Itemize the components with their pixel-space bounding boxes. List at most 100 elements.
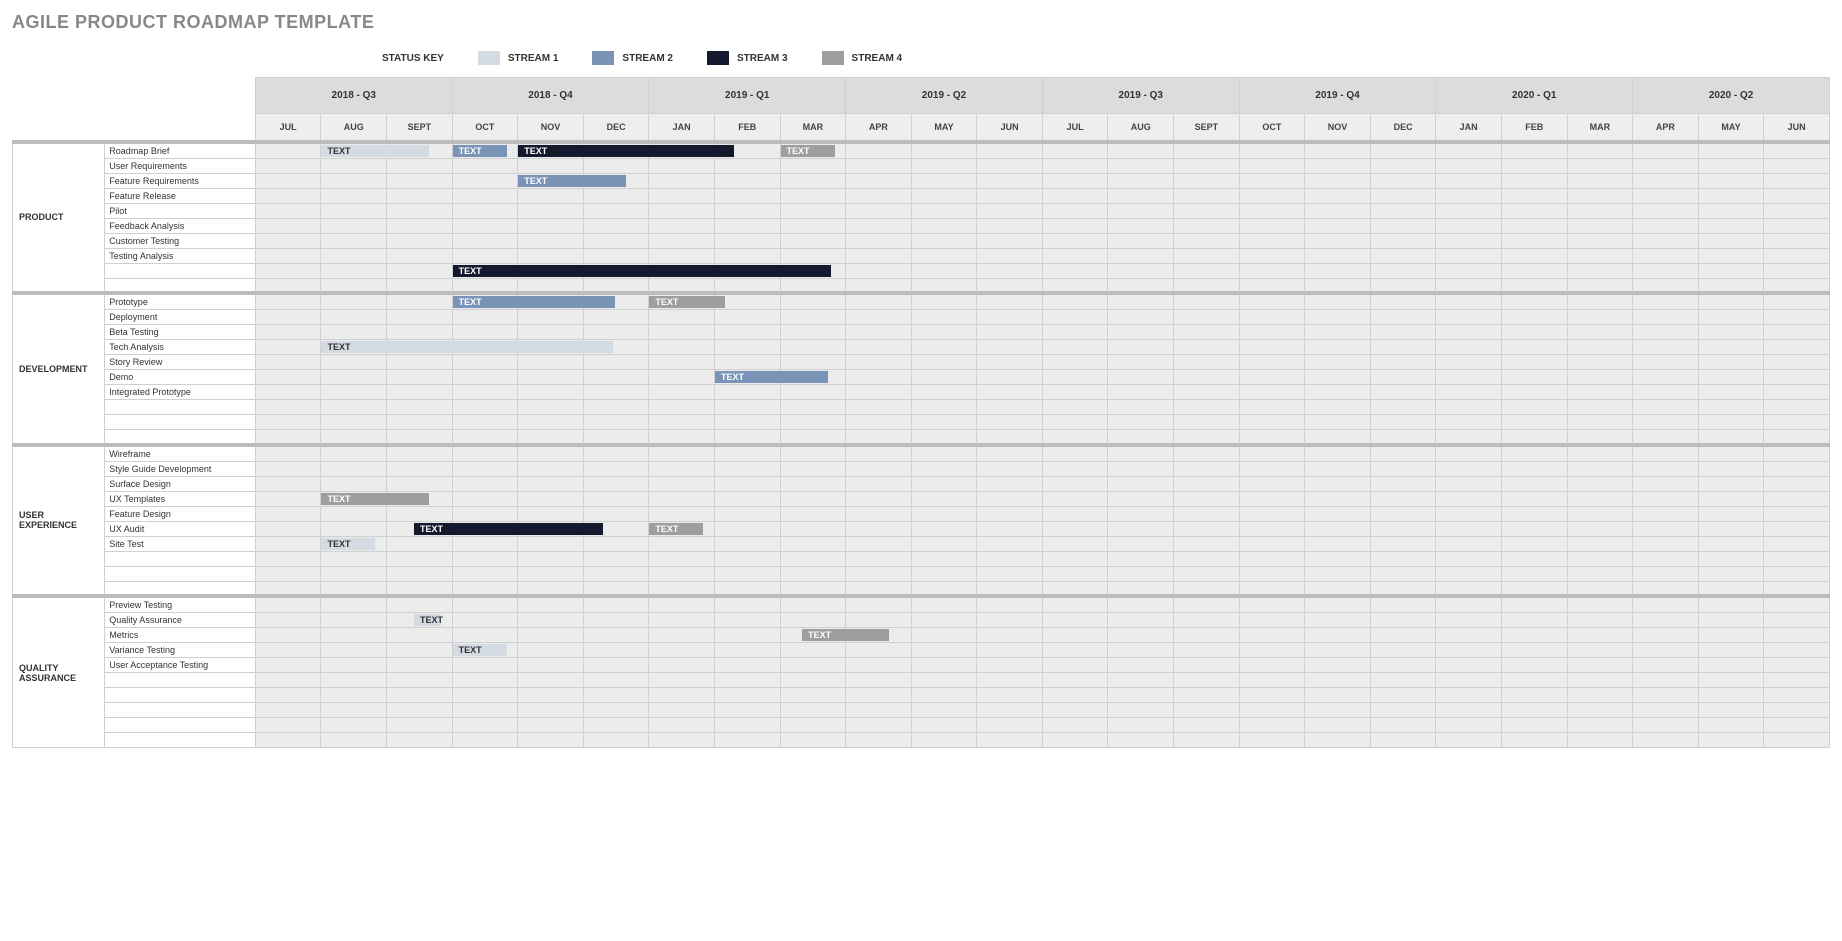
timeline-cell[interactable] [387, 703, 453, 718]
timeline-cell[interactable] [1305, 596, 1371, 613]
timeline-cell[interactable] [321, 400, 387, 415]
timeline-cell[interactable] [1501, 263, 1567, 278]
timeline-cell[interactable] [846, 613, 912, 628]
timeline-cell[interactable] [1698, 445, 1764, 462]
timeline-cell[interactable] [911, 445, 977, 462]
timeline-cell[interactable] [649, 461, 715, 476]
timeline-cell[interactable] [846, 536, 912, 551]
timeline-cell[interactable] [1042, 278, 1108, 293]
timeline-cell[interactable] [911, 551, 977, 566]
timeline-cell[interactable] [1305, 673, 1371, 688]
timeline-cell[interactable] [1633, 461, 1699, 476]
timeline-cell[interactable] [1633, 173, 1699, 188]
timeline-cell[interactable] [1305, 370, 1371, 385]
timeline-cell[interactable] [1042, 476, 1108, 491]
timeline-cell[interactable] [1305, 476, 1371, 491]
task-label[interactable]: Roadmap Brief [105, 142, 256, 159]
timeline-cell[interactable] [649, 203, 715, 218]
timeline-cell[interactable] [1698, 643, 1764, 658]
timeline-cell[interactable] [452, 506, 518, 521]
timeline-cell[interactable] [649, 400, 715, 415]
timeline-cell[interactable] [387, 445, 453, 462]
timeline-cell[interactable] [780, 688, 846, 703]
timeline-cell[interactable] [583, 461, 649, 476]
timeline-cell[interactable] [846, 248, 912, 263]
timeline-cell[interactable] [518, 643, 584, 658]
timeline-cell[interactable] [1698, 718, 1764, 733]
timeline-cell[interactable] [321, 628, 387, 643]
timeline-cell[interactable] [977, 506, 1043, 521]
timeline-cell[interactable] [1042, 703, 1108, 718]
timeline-cell[interactable] [321, 430, 387, 445]
timeline-cell[interactable] [1305, 415, 1371, 430]
timeline-cell[interactable] [846, 596, 912, 613]
timeline-cell[interactable] [583, 400, 649, 415]
timeline-cell[interactable] [1042, 233, 1108, 248]
timeline-cell[interactable] [1108, 643, 1174, 658]
timeline-cell[interactable] [1764, 521, 1830, 536]
timeline-cell[interactable] [780, 218, 846, 233]
task-label[interactable]: Customer Testing [105, 233, 256, 248]
timeline-cell[interactable] [1501, 673, 1567, 688]
timeline-cell[interactable] [583, 491, 649, 506]
timeline-cell[interactable] [1501, 325, 1567, 340]
timeline-cell[interactable] [714, 628, 780, 643]
timeline-cell[interactable] [255, 218, 321, 233]
task-label[interactable]: Beta Testing [105, 325, 256, 340]
timeline-cell[interactable] [977, 643, 1043, 658]
timeline-cell[interactable] [1764, 203, 1830, 218]
timeline-cell[interactable] [583, 310, 649, 325]
timeline-cell[interactable] [846, 355, 912, 370]
timeline-cell[interactable] [1174, 718, 1240, 733]
timeline-cell[interactable] [1370, 476, 1436, 491]
timeline-cell[interactable] [1764, 188, 1830, 203]
timeline-cell[interactable] [452, 551, 518, 566]
timeline-cell[interactable] [583, 415, 649, 430]
task-label[interactable]: User Requirements [105, 158, 256, 173]
timeline-cell[interactable] [387, 173, 453, 188]
timeline-cell[interactable] [1501, 461, 1567, 476]
timeline-cell[interactable] [1305, 445, 1371, 462]
timeline-cell[interactable] [780, 233, 846, 248]
timeline-cell[interactable] [1305, 400, 1371, 415]
timeline-cell[interactable] [1633, 340, 1699, 355]
timeline-cell[interactable] [387, 293, 453, 310]
timeline-cell[interactable] [518, 188, 584, 203]
timeline-cell[interactable] [1501, 628, 1567, 643]
gantt-bar[interactable]: TEXT [414, 523, 603, 535]
timeline-cell[interactable] [1108, 430, 1174, 445]
timeline-cell[interactable] [1501, 248, 1567, 263]
timeline-cell[interactable] [518, 613, 584, 628]
timeline-cell[interactable] [1108, 491, 1174, 506]
timeline-cell[interactable] [649, 278, 715, 293]
timeline-cell[interactable] [255, 658, 321, 673]
timeline-cell[interactable] [846, 476, 912, 491]
timeline-cell[interactable] [846, 188, 912, 203]
timeline-cell[interactable] [649, 385, 715, 400]
timeline-cell[interactable] [1436, 566, 1502, 581]
timeline-cell[interactable] [1436, 385, 1502, 400]
timeline-cell[interactable] [977, 581, 1043, 596]
timeline-cell[interactable] [911, 643, 977, 658]
timeline-cell[interactable] [1436, 278, 1502, 293]
timeline-cell[interactable] [1108, 248, 1174, 263]
timeline-cell[interactable] [1042, 521, 1108, 536]
timeline-cell[interactable] [1567, 718, 1633, 733]
timeline-cell[interactable] [1698, 173, 1764, 188]
timeline-cell[interactable] [1370, 566, 1436, 581]
gantt-bar[interactable]: TEXT [649, 523, 703, 535]
timeline-cell[interactable] [255, 203, 321, 218]
timeline-cell[interactable] [387, 566, 453, 581]
timeline-cell[interactable] [1698, 263, 1764, 278]
timeline-cell[interactable] [1108, 263, 1174, 278]
timeline-cell[interactable] [1174, 293, 1240, 310]
timeline-cell[interactable] [1633, 491, 1699, 506]
timeline-cell[interactable] [1042, 643, 1108, 658]
timeline-cell[interactable] [846, 278, 912, 293]
timeline-cell[interactable] [1436, 340, 1502, 355]
timeline-cell[interactable] [1501, 566, 1567, 581]
timeline-cell[interactable] [649, 596, 715, 613]
timeline-cell[interactable] [1567, 173, 1633, 188]
timeline-cell[interactable] [583, 628, 649, 643]
timeline-cell[interactable] [321, 521, 387, 536]
